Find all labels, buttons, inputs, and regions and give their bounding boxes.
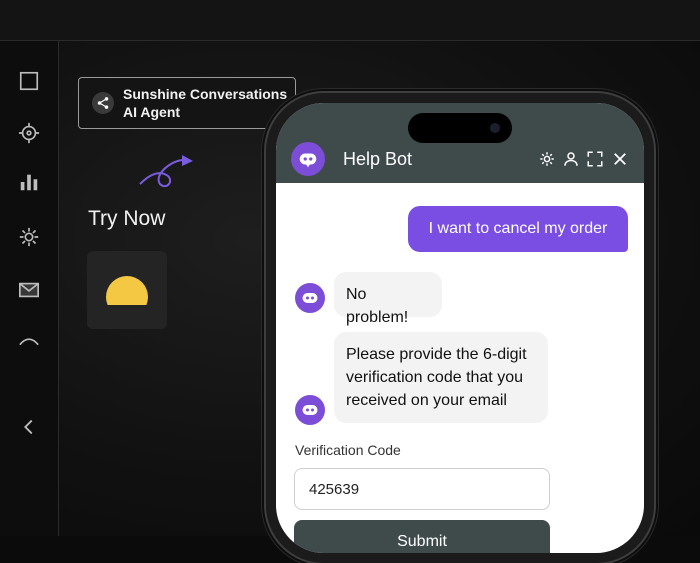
verification-code-input[interactable] xyxy=(294,468,550,510)
arc-icon[interactable] xyxy=(17,329,41,353)
user-icon[interactable] xyxy=(562,150,580,168)
gear-icon[interactable] xyxy=(17,225,41,249)
bot-avatar-icon xyxy=(291,142,325,176)
top-bar xyxy=(0,0,700,41)
dynamic-island xyxy=(408,113,512,143)
agent-chip-line1: Sunshine Conversations xyxy=(123,86,288,102)
bar-chart-icon[interactable] xyxy=(17,170,41,194)
bot-message: Please provide the 6-digit verification … xyxy=(334,332,548,423)
verification-code-label: Verification Code xyxy=(295,442,401,458)
try-now-label: Try Now xyxy=(88,207,166,230)
phone-screen: Help Bot I want to cancel my order No pr… xyxy=(276,103,644,553)
user-message: I want to cancel my order xyxy=(408,206,628,252)
fullscreen-icon[interactable] xyxy=(586,150,604,168)
phone-mockup: Help Bot I want to cancel my order No pr… xyxy=(266,93,654,563)
square-icon[interactable] xyxy=(17,69,41,93)
sidebar xyxy=(0,41,59,536)
chat-title: Help Bot xyxy=(343,149,413,169)
settings-icon[interactable] xyxy=(538,150,556,168)
agent-chip[interactable]: Sunshine Conversations AI Agent xyxy=(78,77,296,129)
collapse-chevron-icon[interactable] xyxy=(17,415,41,439)
crosshair-icon[interactable] xyxy=(17,121,41,145)
agent-chip-line2: AI Agent xyxy=(123,104,181,120)
bot-avatar-icon xyxy=(295,395,325,425)
chat-header: Help Bot xyxy=(276,103,644,183)
share-icon xyxy=(92,92,114,114)
bot-avatar-icon xyxy=(295,283,325,313)
close-icon[interactable] xyxy=(611,150,629,168)
app-tile[interactable] xyxy=(87,251,167,329)
mail-icon[interactable] xyxy=(17,278,41,302)
curly-arrow-icon xyxy=(139,155,193,188)
agent-chip-label: Sunshine Conversations AI Agent xyxy=(123,85,287,121)
submit-button[interactable]: Submit xyxy=(294,520,550,553)
bot-message: No problem! xyxy=(334,272,442,326)
